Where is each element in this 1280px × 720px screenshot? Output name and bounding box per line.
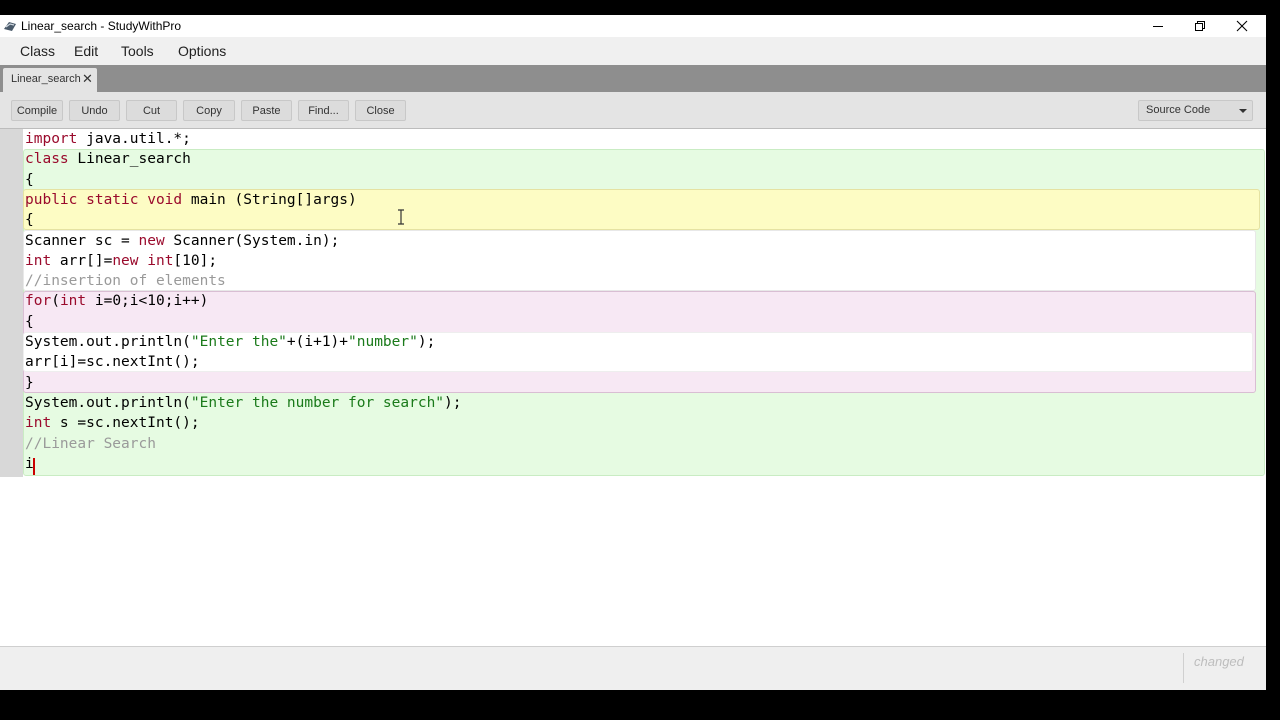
code-line[interactable]: System.out.println("Enter the number for… xyxy=(25,393,462,413)
code-text: Scanner sc = xyxy=(25,232,139,249)
restore-icon xyxy=(1195,21,1205,31)
code-line[interactable]: import java.util.*; xyxy=(25,129,191,149)
code-keyword: int xyxy=(25,415,52,432)
code-text: ); xyxy=(417,334,436,350)
code-line[interactable]: for(int i=0;i<10;i++) xyxy=(25,291,208,311)
application-window: Linear_search - StudyWithPro Class Edit … xyxy=(0,15,1266,690)
line-gutter xyxy=(0,129,23,477)
code-line[interactable]: public static void main (String[]args) xyxy=(25,190,357,210)
text-cursor-icon xyxy=(398,209,404,225)
tab-strip: Linear_search ✕ xyxy=(0,65,1266,92)
find-button[interactable]: Find... xyxy=(298,100,349,121)
minimize-button[interactable] xyxy=(1136,15,1180,37)
compile-button[interactable]: Compile xyxy=(11,100,63,121)
minimize-icon xyxy=(1153,26,1163,27)
code-keyword: for xyxy=(25,293,52,310)
app-logo-icon xyxy=(4,22,16,31)
code-text: i=0;i<10;i++) xyxy=(86,293,209,310)
code-text: arr[]= xyxy=(51,252,113,269)
close-window-button[interactable] xyxy=(1220,15,1264,37)
cut-button[interactable]: Cut xyxy=(126,100,177,121)
dropdown-arrow-icon xyxy=(1239,109,1247,113)
code-line[interactable]: { xyxy=(25,312,34,332)
text-caret xyxy=(33,458,35,475)
code-line[interactable]: //insertion of elements xyxy=(25,271,226,291)
code-keyword: class xyxy=(25,151,69,168)
code-text: Scanner(System.in); xyxy=(164,232,340,249)
code-line[interactable]: int arr[]=new int[10]; xyxy=(25,251,217,271)
view-select[interactable]: Source Code xyxy=(1138,100,1253,121)
code-text: s =sc.nextInt(); xyxy=(51,415,200,432)
code-line[interactable]: Scanner sc = new Scanner(System.in); xyxy=(25,231,339,251)
menu-bar: Class Edit Tools Options xyxy=(0,37,1266,65)
view-select-value: Source Code xyxy=(1146,104,1211,116)
close-button[interactable]: Close xyxy=(355,100,406,121)
menu-class[interactable]: Class xyxy=(20,43,55,59)
code-line[interactable]: { xyxy=(25,210,34,230)
code-text: Linear_search xyxy=(68,151,191,168)
code-text: java.util.*; xyxy=(77,131,191,147)
tab-close-icon[interactable]: ✕ xyxy=(82,71,93,87)
code-keyword: new xyxy=(138,232,165,249)
code-comment: //Linear Search xyxy=(25,435,156,452)
code-keyword: new int xyxy=(112,252,174,269)
code-text: } xyxy=(25,374,34,391)
code-text: ( xyxy=(51,293,60,310)
code-text: arr[i]=sc.nextInt(); xyxy=(25,354,200,371)
code-string: "Enter the number for search" xyxy=(190,394,445,411)
code-line[interactable]: System.out.println("Enter the"+(i+1)+"nu… xyxy=(25,332,435,352)
code-keyword: public static void xyxy=(25,191,183,208)
restore-button[interactable] xyxy=(1178,15,1222,37)
code-keyword: int xyxy=(59,293,87,310)
undo-button[interactable]: Undo xyxy=(69,100,120,121)
code-comment: //insertion of elements xyxy=(25,273,226,290)
code-line[interactable]: int s =sc.nextInt(); xyxy=(25,413,200,433)
tab-linear-search[interactable]: Linear_search ✕ xyxy=(3,68,97,92)
code-text: System.out.println( xyxy=(25,334,191,350)
code-line[interactable]: arr[i]=sc.nextInt(); xyxy=(25,352,200,372)
code-text: { xyxy=(25,171,34,188)
code-line[interactable]: } xyxy=(25,373,34,393)
status-text: changed xyxy=(1194,654,1244,669)
window-title: Linear_search - StudyWithPro xyxy=(21,19,182,33)
menu-edit[interactable]: Edit xyxy=(74,43,98,59)
code-string: "Enter the" xyxy=(190,334,287,350)
title-bar: Linear_search - StudyWithPro xyxy=(0,15,1266,37)
code-editor[interactable]: import java.util.*; class Linear_search{p… xyxy=(0,128,1266,646)
code-text: ); xyxy=(444,394,462,411)
code-line[interactable]: class Linear_search xyxy=(25,149,191,169)
code-text: +(i+1)+ xyxy=(286,334,349,350)
code-keyword: import xyxy=(25,131,78,147)
status-bar: changed xyxy=(0,646,1266,690)
code-string: "number" xyxy=(348,334,418,350)
code-text: System.out.println( xyxy=(25,394,191,411)
code-keyword: int xyxy=(25,252,52,269)
code-line[interactable]: { xyxy=(25,170,34,190)
code-text: main (String[]args) xyxy=(182,191,357,208)
code-line[interactable]: //Linear Search xyxy=(25,434,156,454)
code-text: [10]; xyxy=(173,252,218,269)
copy-button[interactable]: Copy xyxy=(183,100,235,121)
code-text: { xyxy=(25,313,34,330)
toolbar: Compile Undo Cut Copy Paste Find... Clos… xyxy=(0,92,1266,128)
status-divider xyxy=(1183,653,1184,683)
code-text: { xyxy=(25,212,34,229)
paste-button[interactable]: Paste xyxy=(241,100,292,121)
close-icon xyxy=(1236,20,1248,32)
menu-tools[interactable]: Tools xyxy=(121,43,154,59)
menu-options[interactable]: Options xyxy=(178,43,226,59)
tab-label: Linear_search xyxy=(11,73,81,85)
